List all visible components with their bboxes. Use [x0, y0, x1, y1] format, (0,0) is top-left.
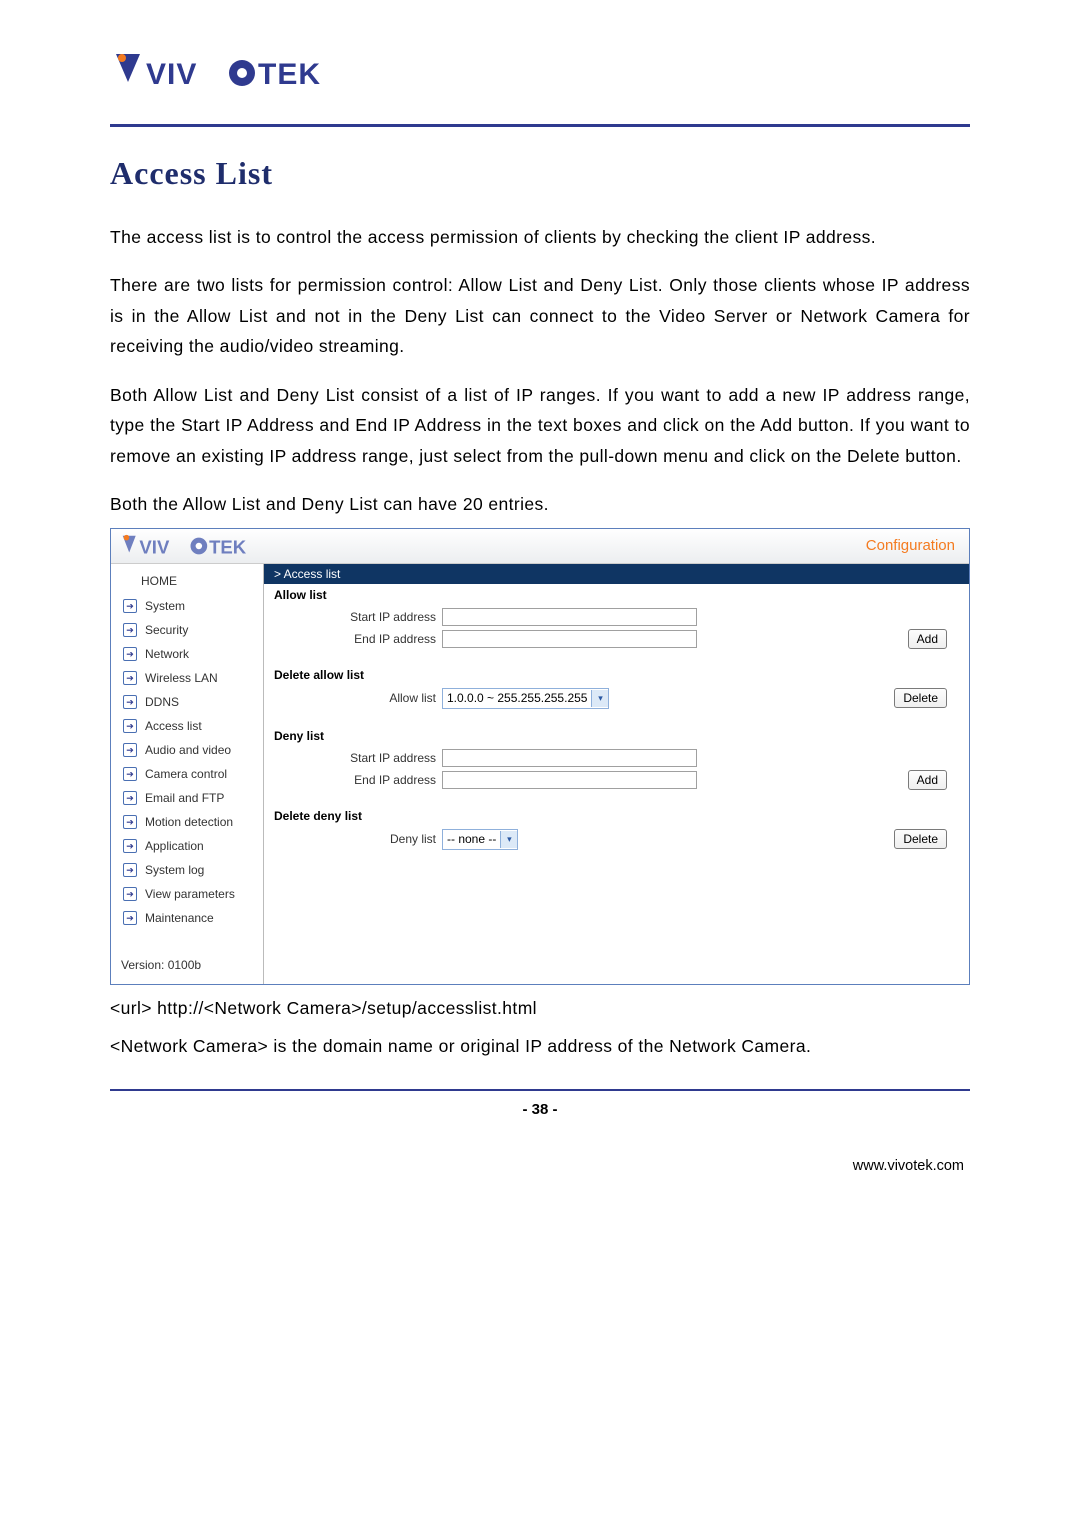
- vivotek-logo-icon: VIV TEK: [110, 50, 370, 96]
- page-number: - 38 -: [110, 1101, 970, 1118]
- footnote-1: <url> http://<Network Camera>/setup/acce…: [110, 993, 970, 1024]
- sidebar-item-motion-detection[interactable]: ➔ Motion detection: [111, 810, 257, 834]
- sidebar-item-view-parameters[interactable]: ➔ View parameters: [111, 882, 257, 906]
- sidebar-item-camera-control[interactable]: ➔ Camera control: [111, 762, 257, 786]
- delete-deny-row: Deny list -- none -- ▾ Delete: [264, 827, 969, 852]
- allow-start-ip-input[interactable]: [442, 608, 697, 626]
- svg-text:VIV: VIV: [146, 58, 197, 91]
- sidebar-item-audio-video[interactable]: ➔ Audio and video: [111, 738, 257, 762]
- delete-deny-title: Delete deny list: [264, 805, 969, 827]
- sidebar-item-label: Motion detection: [145, 812, 233, 832]
- arrow-icon: ➔: [123, 887, 137, 901]
- delete-allow-select[interactable]: 1.0.0.0 ~ 255.255.255.255 ▾: [442, 688, 609, 709]
- deny-end-label: End IP address: [264, 773, 442, 787]
- allow-start-row: Start IP address: [264, 606, 969, 628]
- arrow-icon: ➔: [123, 719, 137, 733]
- delete-allow-label: Allow list: [264, 691, 442, 705]
- deny-add-button[interactable]: Add: [908, 770, 947, 790]
- allow-end-label: End IP address: [264, 632, 442, 646]
- sidebar-item-system[interactable]: ➔ System: [111, 594, 257, 618]
- allow-end-ip-input[interactable]: [442, 630, 697, 648]
- sidebar-item-label: Wireless LAN: [145, 668, 218, 688]
- arrow-icon: ➔: [123, 863, 137, 877]
- sidebar-item-access-list[interactable]: ➔ Access list: [111, 714, 257, 738]
- body-paragraph-3: Both Allow List and Deny List consist of…: [110, 380, 970, 472]
- deny-list-title: Deny list: [264, 725, 969, 747]
- sidebar-item-label: Audio and video: [145, 740, 231, 760]
- sidebar-item-label: Security: [145, 620, 188, 640]
- config-main: > Access list Allow list Start IP addres…: [264, 564, 969, 984]
- divider-bottom: [110, 1089, 970, 1091]
- body-paragraph-4: Both the Allow List and Deny List can ha…: [110, 489, 970, 520]
- chevron-down-icon: ▾: [591, 690, 608, 707]
- sidebar-item-label: Camera control: [145, 764, 227, 784]
- sidebar-item-label: Network: [145, 644, 189, 664]
- svg-text:TEK: TEK: [258, 58, 321, 91]
- config-header-label: Configuration: [866, 537, 955, 554]
- allow-list-title: Allow list: [264, 584, 969, 606]
- arrow-icon: ➔: [123, 695, 137, 709]
- config-sidebar: HOME ➔ System ➔ Security ➔ Network ➔ Wireles…: [111, 564, 257, 984]
- delete-allow-row: Allow list 1.0.0.0 ~ 255.255.255.255 ▾ D…: [264, 686, 969, 711]
- allow-end-row: End IP address Add: [264, 628, 969, 650]
- sidebar-item-label: System log: [145, 860, 204, 880]
- sidebar-item-maintenance[interactable]: ➔ Maintenance: [111, 906, 257, 930]
- sidebar-item-label: Email and FTP: [145, 788, 224, 808]
- sidebar-item-ddns[interactable]: ➔ DDNS: [111, 690, 257, 714]
- sidebar-home[interactable]: HOME: [111, 568, 257, 594]
- sidebar-item-application[interactable]: ➔ Application: [111, 834, 257, 858]
- arrow-icon: ➔: [123, 671, 137, 685]
- sidebar-item-label: Access list: [145, 716, 202, 736]
- body-paragraph-2: There are two lists for permission contr…: [110, 270, 970, 362]
- sidebar-item-label: System: [145, 596, 185, 616]
- delete-allow-button[interactable]: Delete: [894, 688, 947, 708]
- deny-end-row: End IP address Add: [264, 769, 969, 791]
- allow-add-button[interactable]: Add: [908, 629, 947, 649]
- sidebar-item-label: DDNS: [145, 692, 179, 712]
- divider-top: [110, 124, 970, 127]
- arrow-icon: ➔: [123, 767, 137, 781]
- delete-deny-select[interactable]: -- none -- ▾: [442, 829, 518, 850]
- footnote-2: <Network Camera> is the domain name or o…: [110, 1031, 970, 1062]
- sidebar-item-wireless-lan[interactable]: ➔ Wireless LAN: [111, 666, 257, 690]
- breadcrumb: > Access list: [264, 564, 969, 584]
- arrow-icon: ➔: [123, 839, 137, 853]
- deny-start-label: Start IP address: [264, 751, 442, 765]
- body-paragraph-1: The access list is to control the access…: [110, 222, 970, 253]
- allow-start-label: Start IP address: [264, 610, 442, 624]
- arrow-icon: ➔: [123, 815, 137, 829]
- deny-start-ip-input[interactable]: [442, 749, 697, 767]
- deny-end-ip-input[interactable]: [442, 771, 697, 789]
- config-panel: VIV TEK Configuration HOME ➔ System ➔ Secu…: [110, 528, 970, 985]
- sidebar-item-security[interactable]: ➔ Security: [111, 618, 257, 642]
- delete-deny-button[interactable]: Delete: [894, 829, 947, 849]
- delete-allow-title: Delete allow list: [264, 664, 969, 686]
- config-header: VIV TEK Configuration: [111, 529, 969, 564]
- arrow-icon: ➔: [123, 911, 137, 925]
- sidebar-item-label: View parameters: [145, 884, 235, 904]
- sidebar-item-label: Maintenance: [145, 908, 214, 928]
- arrow-icon: ➔: [123, 599, 137, 613]
- brand-logo: VIV TEK: [110, 50, 970, 96]
- sidebar-item-email-ftp[interactable]: ➔ Email and FTP: [111, 786, 257, 810]
- delete-allow-select-value: 1.0.0.0 ~ 255.255.255.255: [447, 691, 587, 705]
- page-title: Access List: [110, 155, 970, 192]
- arrow-icon: ➔: [123, 623, 137, 637]
- arrow-icon: ➔: [123, 743, 137, 757]
- sidebar-item-label: Application: [145, 836, 204, 856]
- sidebar-item-system-log[interactable]: ➔ System log: [111, 858, 257, 882]
- config-brand-logo: VIV TEK: [119, 532, 277, 560]
- chevron-down-icon: ▾: [500, 831, 517, 848]
- svg-text:TEK: TEK: [209, 536, 247, 557]
- delete-deny-label: Deny list: [264, 832, 442, 846]
- arrow-icon: ➔: [123, 791, 137, 805]
- delete-deny-select-value: -- none --: [447, 832, 496, 846]
- footer-url: www.vivotek.com: [110, 1158, 970, 1174]
- deny-start-row: Start IP address: [264, 747, 969, 769]
- sidebar-version: Version: 0100b: [111, 930, 257, 972]
- arrow-icon: ➔: [123, 647, 137, 661]
- svg-text:VIV: VIV: [139, 536, 170, 557]
- sidebar-item-network[interactable]: ➔ Network: [111, 642, 257, 666]
